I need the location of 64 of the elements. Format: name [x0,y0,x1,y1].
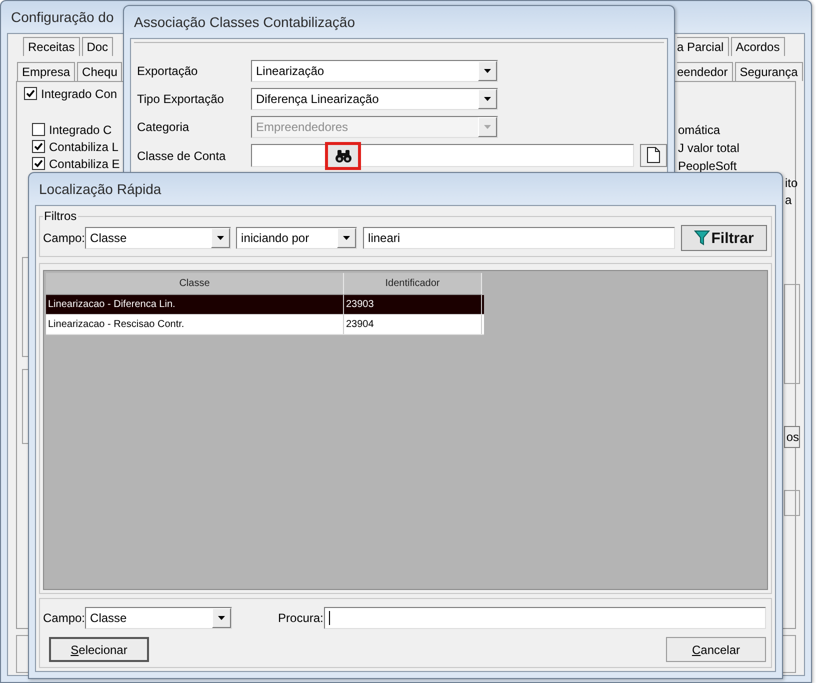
new-button[interactable] [640,144,667,167]
table-row[interactable]: Linearizacao - Diferenca Lin. 23903 [46,295,484,315]
search-button[interactable] [325,142,361,170]
field-label: Classe de Conta [137,148,227,162]
document-icon [646,147,661,164]
filter-button[interactable]: Filtrar [681,225,768,251]
table-cell: 23904 [344,315,482,334]
tab[interactable]: Acordos [730,37,785,56]
checkbox[interactable] [32,123,45,136]
dropdown[interactable]: Diferença Linearização [251,88,498,110]
dropdown[interactable]: iniciando por [236,227,358,249]
field-label: Tipo Exportação [137,92,225,106]
field-label: Procura: [278,611,324,625]
caret-icon [484,125,491,129]
tab[interactable]: Receitas [23,37,80,56]
field-label: Campo: [43,231,86,245]
text: a [784,192,793,209]
dropdown[interactable]: Classe [85,227,232,249]
checkbox-label: Contabiliza E [49,156,120,170]
caret-icon [218,616,226,620]
text: J valor total [678,140,740,157]
button[interactable]: os [784,426,800,448]
input-field[interactable]: lineari [363,227,676,249]
window-title: Configuração do [10,9,114,25]
table-cell: Linearizacao - Diferenca Lin. [46,295,344,314]
table-cell: Linearizacao - Rescisao Contr. [46,315,344,334]
funnel-icon [694,230,710,246]
tab[interactable]: eendedor [677,62,733,81]
table-row[interactable]: Linearizacao - Rescisao Contr. 23904 [46,315,484,335]
checkbox[interactable] [32,157,45,170]
caret-icon [343,236,350,240]
checkbox-label: Contabiliza L [49,140,118,154]
input-field[interactable] [324,607,766,629]
column-header[interactable]: Classe [46,273,344,295]
binoculars-icon [334,149,352,163]
text: ito [784,175,799,192]
field-label: Exportação [137,64,199,78]
tab[interactable]: Segurança [734,62,803,81]
input-field[interactable] [251,144,634,167]
tab[interactable]: Empresa [17,62,76,81]
tab[interactable]: a Parcial [677,37,729,56]
input-field[interactable] [784,490,800,516]
window-title: Associação Classes Contabilização [133,14,355,30]
text: omática [678,122,722,139]
column-header[interactable]: Identificador [344,273,482,295]
checkbox[interactable] [24,87,37,100]
group-title: Filtros [43,209,78,223]
table-cell: 23903 [344,295,482,314]
field-label: Campo: [43,611,86,625]
dropdown[interactable]: Linearização [251,60,498,82]
checkbox-label: Integrado C [49,122,112,136]
window-title: Localização Rápida [38,181,162,197]
button[interactable]: Cancelar [666,637,766,662]
checkbox-label: Integrado Con [41,86,118,100]
button[interactable]: Selecionar [49,637,149,662]
tab[interactable]: Doc [82,37,114,56]
field-label: Categoria [137,120,190,134]
caret-icon [484,69,491,73]
checkbox[interactable] [32,140,45,153]
tab[interactable]: Chequ [77,62,122,81]
caret-icon [484,97,491,101]
text: PeopleSoft [678,158,738,175]
dropdown[interactable]: Classe [85,607,232,629]
caret-icon [217,236,224,240]
